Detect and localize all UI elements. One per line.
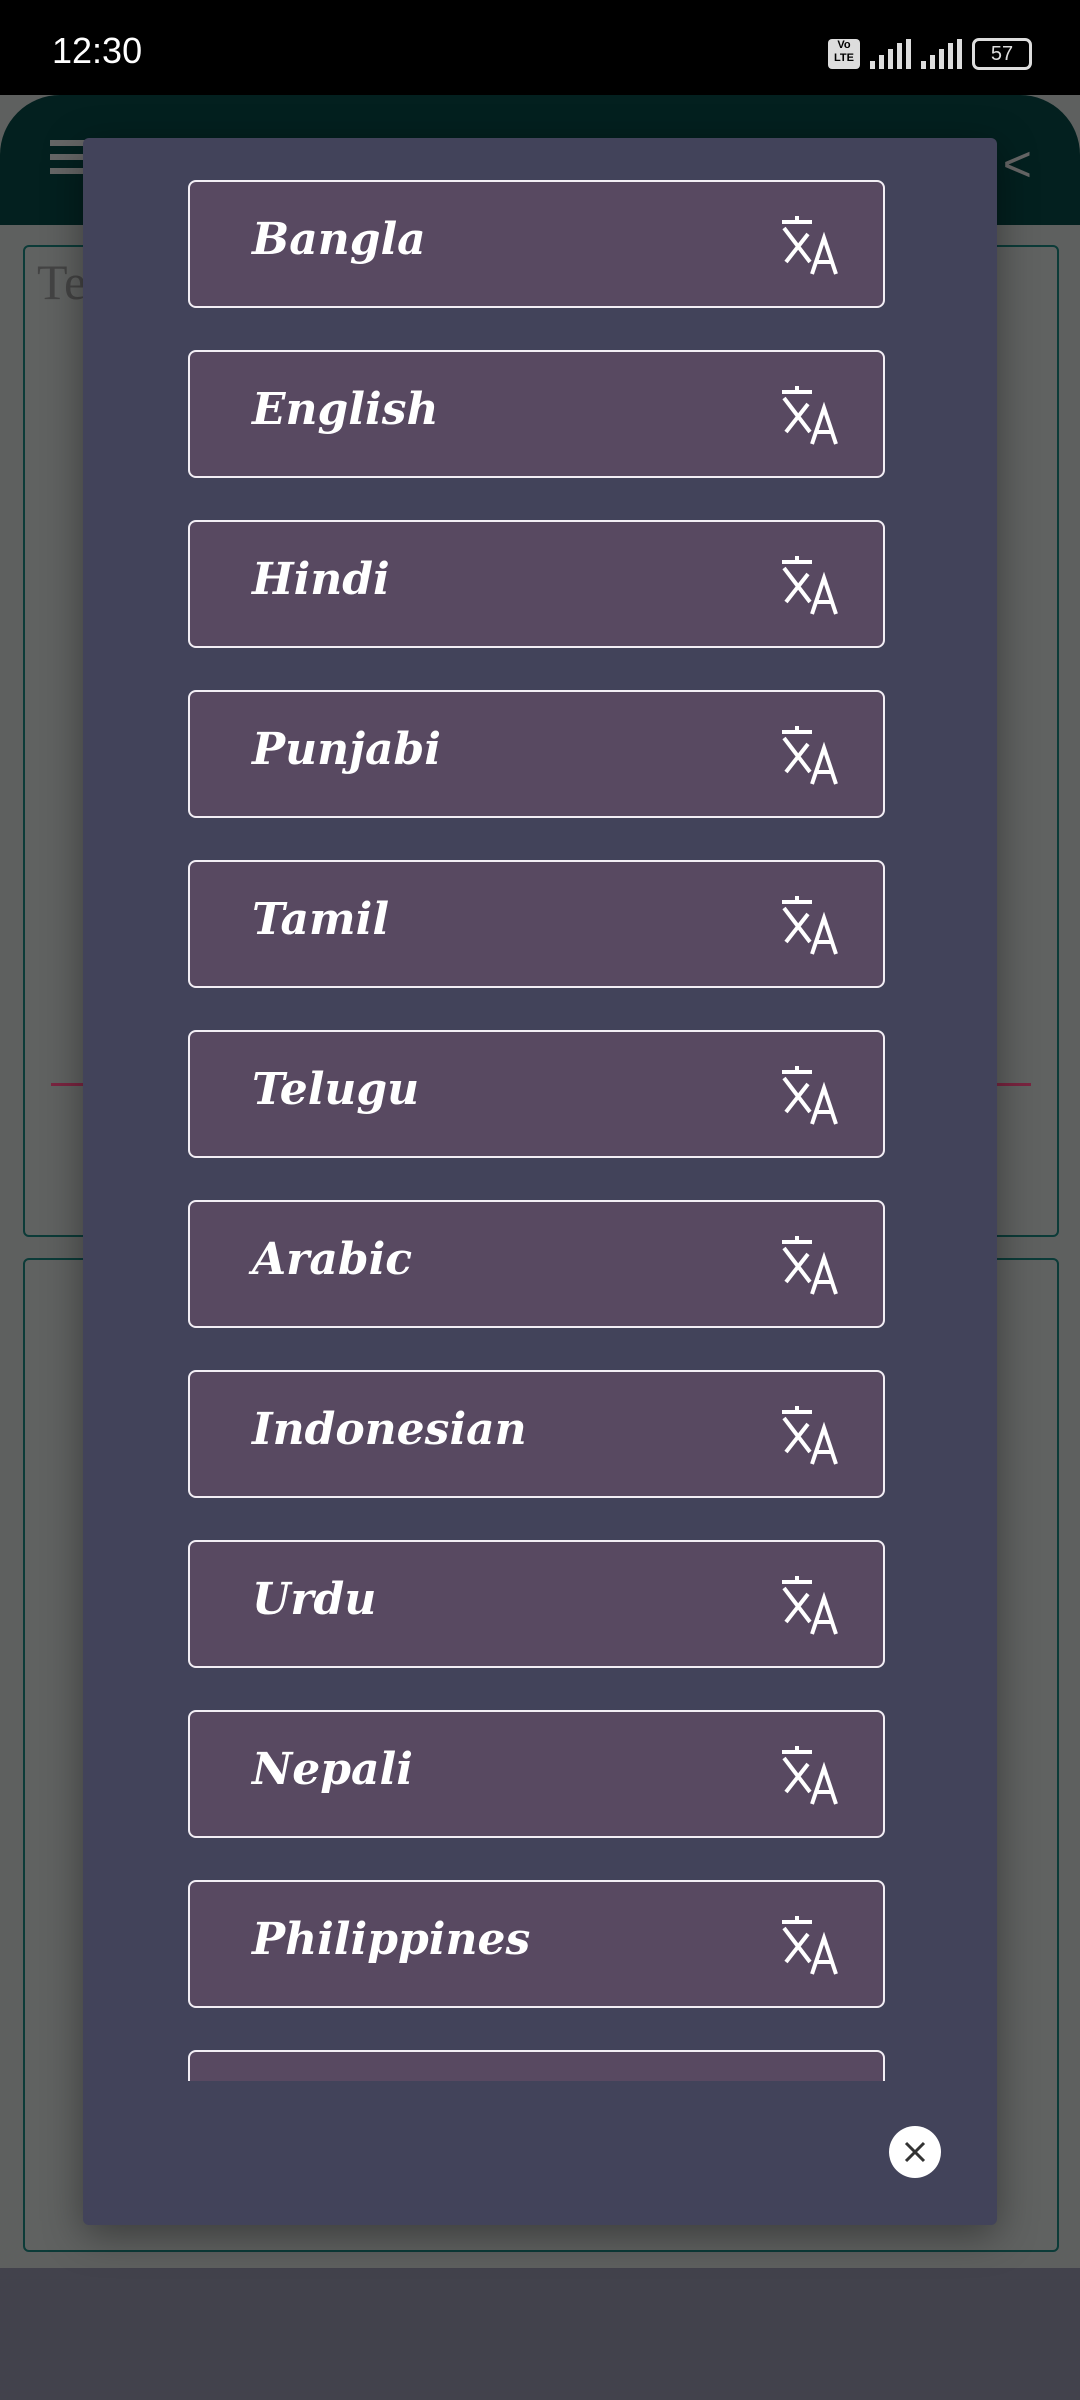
language-label: Punjabi — [252, 724, 441, 775]
language-item[interactable]: Nepali — [188, 1710, 885, 1838]
language-item[interactable]: Tamil — [188, 860, 885, 988]
language-label: Bangla — [252, 214, 426, 265]
language-label: English — [252, 384, 439, 435]
language-item[interactable]: Bangla — [188, 180, 885, 308]
language-label: Hindi — [252, 554, 390, 605]
language-label: Urdu — [252, 1574, 377, 1625]
language-item[interactable] — [188, 2050, 885, 2081]
language-label: Philippines — [252, 1914, 531, 1965]
close-button[interactable] — [889, 2126, 941, 2178]
language-item[interactable]: Telugu — [188, 1030, 885, 1158]
translate-icon — [778, 1746, 842, 1806]
language-item[interactable]: Punjabi — [188, 690, 885, 818]
language-label: Telugu — [252, 1064, 420, 1115]
language-label: Nepali — [252, 1744, 413, 1795]
translate-icon — [778, 896, 842, 956]
menu-icon[interactable] — [50, 140, 86, 182]
close-icon — [904, 2141, 926, 2163]
translate-icon — [778, 1066, 842, 1126]
language-item[interactable]: Urdu — [188, 1540, 885, 1668]
signal-icon-2 — [921, 39, 962, 69]
language-list[interactable]: Bangla English Hindi Punjabi Tamil Telugu Arab… — [188, 180, 885, 2081]
system-nav-bar — [0, 2268, 1080, 2400]
language-label: Indonesian — [252, 1404, 527, 1455]
clock: 12:30 — [52, 30, 143, 71]
language-item[interactable]: English — [188, 350, 885, 478]
translate-icon — [778, 1916, 842, 1976]
language-item[interactable]: Hindi — [188, 520, 885, 648]
translate-icon — [778, 1406, 842, 1466]
translate-icon — [778, 1576, 842, 1636]
translate-icon — [778, 556, 842, 616]
language-item[interactable]: Arabic — [188, 1200, 885, 1328]
language-item[interactable]: Indonesian — [188, 1370, 885, 1498]
input-placeholder[interactable]: Te — [37, 253, 86, 311]
translate-icon — [778, 1236, 842, 1296]
volte-icon: Vo LTE — [828, 39, 860, 69]
language-dialog: Bangla English Hindi Punjabi Tamil Telugu Arab… — [83, 138, 997, 2225]
language-item[interactable]: Philippines — [188, 1880, 885, 2008]
language-label: Arabic — [252, 1234, 413, 1285]
translate-icon — [778, 386, 842, 446]
language-label: Tamil — [252, 894, 390, 945]
status-bar: 12:30 Vo LTE 57 — [0, 0, 1080, 95]
translate-icon — [778, 726, 842, 786]
share-icon[interactable]: < — [1003, 135, 1032, 193]
signal-icon — [870, 39, 911, 69]
battery-icon: 57 — [972, 38, 1032, 70]
translate-icon — [778, 216, 842, 276]
